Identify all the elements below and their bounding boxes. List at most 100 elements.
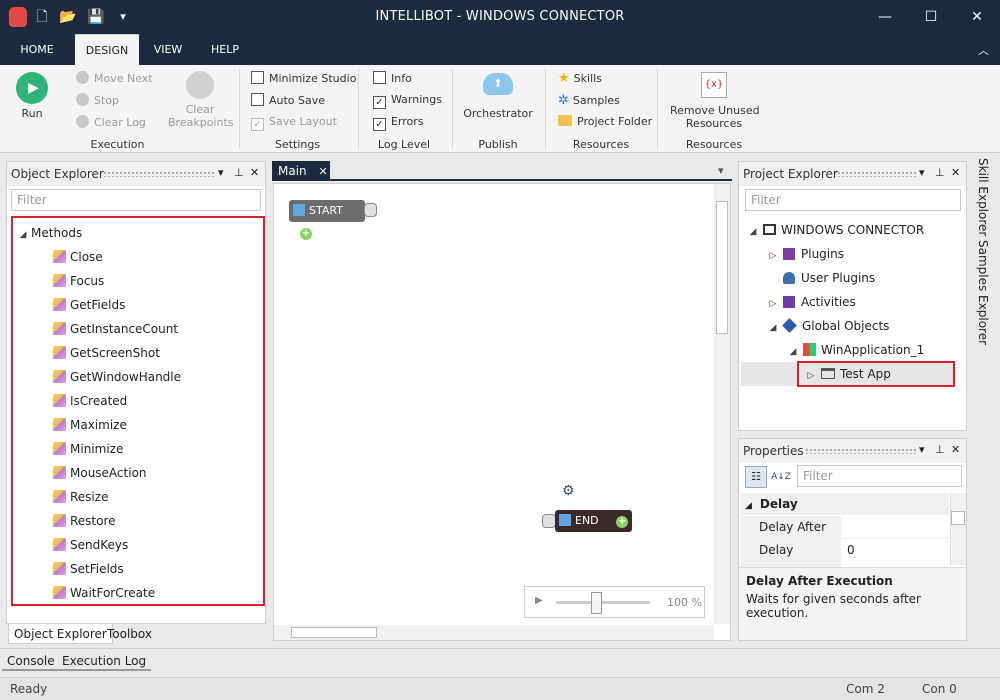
method-item[interactable]: Minimize [13,437,263,461]
close-button[interactable]: ✕ [954,0,1000,34]
tab-console[interactable]: Console [2,651,60,671]
property-row[interactable]: Delay After E...0 [741,516,949,562]
property-row[interactable]: Delay Before...0 [741,539,949,585]
expanded-triangle-icon: ◢ [745,501,752,511]
clear-log-button[interactable]: Clear Log [76,115,146,129]
method-item[interactable]: SetFields [13,557,263,581]
save-layout-checkbox[interactable]: ✓ Save Layout [251,115,337,131]
tree-node-user-plugins[interactable]: User Plugins [779,266,875,290]
add-icon[interactable]: + [616,516,629,528]
tab-main[interactable]: Main ✕ [272,161,330,181]
ribbon: ▶ Run Move Next Stop Clear Log Clear Bre… [0,65,1000,153]
property-category-delay[interactable]: ◢ Delay [741,493,949,515]
warnings-checkbox[interactable]: ✓ Warnings [373,93,442,109]
tab-view[interactable]: VIEW [146,34,190,65]
minimize-studio-checkbox[interactable]: Minimize Studio [251,71,356,85]
start-node-icon [293,204,305,216]
info-checkbox[interactable]: Info [373,71,412,85]
tree-node-global-objects[interactable]: ◢ Global Objects [767,314,889,338]
panel-close-icon[interactable]: ✕ [951,443,960,456]
zoom-slider-track[interactable] [556,601,650,604]
properties-scroll-thumb[interactable] [951,511,965,525]
errors-checkbox[interactable]: ✓ Errors [373,115,424,131]
pin-icon[interactable]: ⊥ [935,443,945,456]
project-filter-input[interactable]: Filter [745,189,961,211]
samples-button[interactable]: ✲ Samples [558,93,620,108]
clear-breakpoints-button[interactable]: Clear Breakpoints [168,69,234,129]
panel-close-icon[interactable]: ✕ [951,166,960,179]
method-item[interactable]: Resize [13,485,263,509]
method-item[interactable]: Focus [13,269,263,293]
method-item[interactable]: GetInstanceCount [13,317,263,341]
tab-close-icon[interactable]: ✕ [318,165,327,178]
tree-node-windows-connector[interactable]: ◢ WINDOWS CONNECTOR [747,218,925,242]
properties-scrollbar[interactable] [950,493,966,565]
tree-node-test-app[interactable]: ▷ Test App [805,362,891,386]
horizontal-scroll-thumb[interactable] [291,627,377,638]
tab-toolbox[interactable]: Toolbox [102,624,157,644]
tab-object-explorer[interactable]: Object Explorer [8,624,113,644]
breakpoint-gear-icon[interactable]: ⚙ [562,483,575,499]
method-label: Resize [70,490,109,504]
end-node[interactable]: END + [555,510,632,532]
skills-button[interactable]: ★ Skills [558,71,602,86]
method-label: GetInstanceCount [70,322,179,336]
panel-dropdown-icon[interactable]: ▾ [218,166,224,179]
workflow-canvas[interactable]: START + ⚙ END + ▶ 100 % [273,183,731,641]
windows-logo-icon [803,343,816,356]
document-dropdown-icon[interactable]: ▾ [718,164,724,177]
method-item[interactable]: GetFields [13,293,263,317]
object-filter-input[interactable]: Filter [11,189,261,211]
maximize-button[interactable]: ☐ [908,0,954,34]
end-connector[interactable] [542,514,556,528]
method-item[interactable]: GetScreenShot [13,341,263,365]
method-item[interactable]: Maximize [13,413,263,437]
tree-node-winapplication[interactable]: ◢ WinApplication_1 [787,338,924,362]
star-icon: ★ [558,71,570,86]
panel-close-icon[interactable]: ✕ [250,166,259,179]
start-node[interactable]: START + [289,200,365,240]
method-label: IsCreated [70,394,128,408]
orchestrator-button[interactable]: ⬆ Orchestrator [462,69,534,120]
separator [545,69,546,149]
stop-button[interactable]: Stop [76,93,119,107]
method-icon [53,490,66,503]
method-item[interactable]: MouseAction [13,461,263,485]
tree-node-methods[interactable]: ◢ Methods [13,221,263,245]
start-connector[interactable] [364,203,377,217]
method-item[interactable]: Restore [13,509,263,533]
properties-filter-input[interactable]: Filter [797,465,962,487]
auto-save-checkbox[interactable]: Auto Save [251,93,325,107]
method-item[interactable]: GetWindowHandle [13,365,263,389]
vertical-scroll-thumb[interactable] [716,201,728,334]
tree-node-activities[interactable]: ▷ Activities [767,290,856,314]
side-tab-samples-explorer[interactable]: Samples Explorer [972,240,992,345]
tab-home[interactable]: HOME [10,34,64,65]
method-label: GetScreenShot [70,346,160,360]
zoom-slider-thumb[interactable] [591,592,602,614]
move-next-button[interactable]: Move Next [76,71,153,85]
method-item[interactable]: Close [13,245,263,269]
method-item[interactable]: IsCreated [13,389,263,413]
pin-icon[interactable]: ⊥ [935,166,945,179]
remove-unused-resources-button[interactable]: {x} Remove Unused Resources [670,69,760,130]
project-folder-button[interactable]: Project Folder [558,115,652,128]
tab-design[interactable]: DESIGN [75,34,139,65]
minimize-button[interactable]: — [862,0,908,34]
method-item[interactable]: WaitForCreate [13,581,263,605]
collapse-ribbon-icon[interactable]: ︿ [978,42,989,58]
run-button[interactable]: ▶ Run [12,69,52,125]
method-item[interactable]: SendKeys [13,533,263,557]
sort-az-button[interactable]: A↓Z [769,466,793,488]
add-icon[interactable]: + [300,228,312,240]
pin-icon[interactable]: ⊥ [234,166,244,179]
panel-dropdown-icon[interactable]: ▾ [919,443,925,456]
tab-execution-log[interactable]: Execution Log [57,651,152,671]
categorized-view-button[interactable]: ☷ [745,466,767,488]
tab-help[interactable]: HELP [203,34,247,65]
project-explorer-title: Project Explorer [743,167,838,181]
tree-node-plugins[interactable]: ▷ Plugins [767,242,844,266]
panel-dropdown-icon[interactable]: ▾ [919,166,925,179]
play-icon[interactable]: ▶ [535,595,543,606]
side-tab-skill-explorer[interactable]: Skill Explorer [972,158,992,236]
